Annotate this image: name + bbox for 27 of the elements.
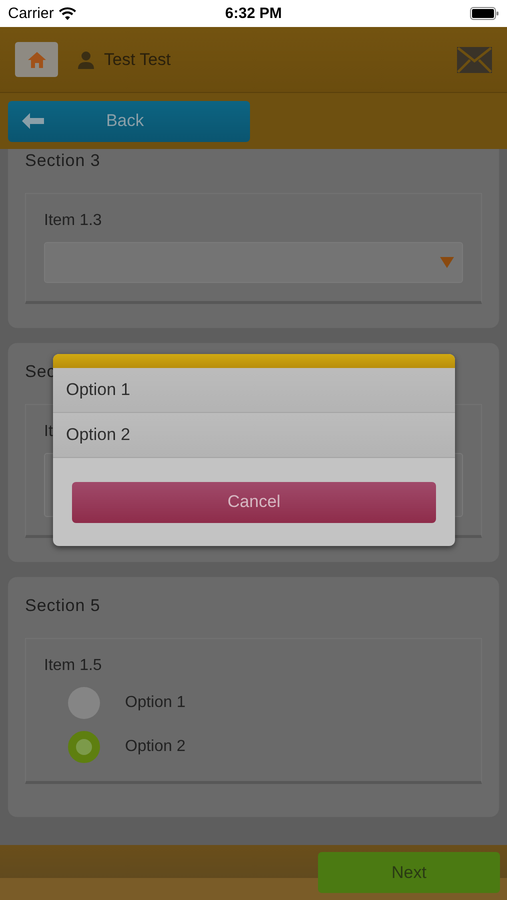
section-title: Sec xyxy=(25,361,56,383)
arrow-left-icon xyxy=(22,113,44,129)
mail-icon[interactable] xyxy=(457,46,492,72)
person-icon xyxy=(78,50,94,68)
radio-button[interactable] xyxy=(68,731,100,763)
option-item[interactable]: Option 1 xyxy=(53,368,455,413)
radio-button[interactable] xyxy=(68,687,100,719)
home-button[interactable] xyxy=(15,42,58,77)
cancel-button[interactable]: Cancel xyxy=(72,482,436,522)
wifi-icon xyxy=(58,7,76,20)
user-name: Test Test xyxy=(104,50,171,70)
battery-icon xyxy=(470,7,500,20)
item-label: It xyxy=(44,423,53,441)
option-label: Option 1 xyxy=(125,694,186,712)
clock-time: 6:32 PM xyxy=(225,5,282,22)
home-icon xyxy=(26,50,46,68)
next-button[interactable]: Next xyxy=(318,852,500,893)
back-button[interactable]: Back xyxy=(8,100,250,142)
caret-icon xyxy=(440,257,454,268)
option-label: Option 2 xyxy=(125,738,186,756)
option-item[interactable]: Option 2 xyxy=(53,413,455,458)
section-title: Section 3 xyxy=(25,150,100,172)
item-label: Item 1.5 xyxy=(44,657,102,675)
dropdown-field[interactable] xyxy=(44,242,463,283)
carrier-label: Carrier xyxy=(8,5,54,22)
item-label: Item 1.3 xyxy=(44,212,102,230)
section-title: Section 5 xyxy=(25,595,100,617)
